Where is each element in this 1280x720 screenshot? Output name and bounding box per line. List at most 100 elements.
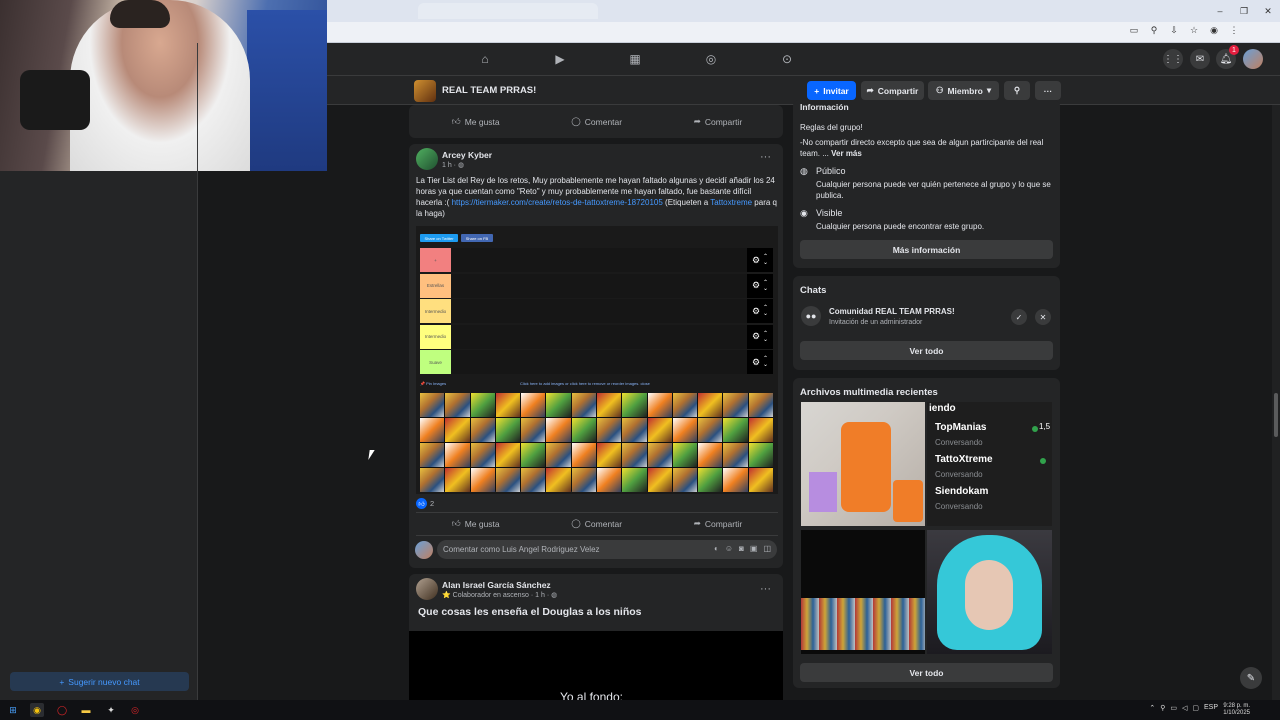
microphone-icon[interactable]: ⚲	[1160, 704, 1165, 712]
tier-thumbnail[interactable]	[546, 443, 571, 467]
chevron-up-icon[interactable]: ⌃	[1149, 704, 1155, 712]
tier-row[interactable]	[420, 299, 773, 323]
tier-thumbnail[interactable]	[748, 418, 773, 442]
apps-menu-icon[interactable]: ⋮⋮	[1163, 49, 1183, 69]
groups-icon[interactable]: ◎	[703, 51, 719, 67]
reorder-arrows-icon[interactable]: ⌃ ⌄	[763, 305, 768, 317]
decline-close-icon[interactable]: ✕	[1035, 309, 1051, 325]
minimize-button[interactable]: –	[1208, 0, 1232, 22]
tier-thumbnail[interactable]	[571, 443, 596, 467]
invite-button[interactable]: + Invitar	[807, 81, 856, 100]
comment-button[interactable]: ◯ Comentar	[571, 518, 622, 529]
post-options-icon[interactable]: ···	[760, 151, 771, 163]
tier-thumbnail[interactable]	[597, 393, 622, 417]
streaming-app-icon[interactable]: ✦	[104, 703, 118, 717]
camera-icon[interactable]: ◙	[739, 544, 744, 553]
see-all-media-button[interactable]: Ver todo	[800, 663, 1053, 682]
tier-thumbnail[interactable]	[420, 418, 445, 442]
tier-thumbnail[interactable]	[445, 468, 470, 492]
tier-thumbnail[interactable]	[647, 468, 672, 492]
reorder-arrows-icon[interactable]: ⌃ ⌄	[763, 280, 768, 292]
record-app-icon[interactable]: ◎	[128, 703, 142, 717]
tier-thumbnail[interactable]	[723, 418, 748, 442]
tier-thumbnail[interactable]	[672, 418, 698, 442]
reorder-arrows-icon[interactable]: ⌃ ⌄	[763, 331, 768, 343]
tier-thumbnail[interactable]	[597, 468, 622, 492]
tier-thumbnail[interactable]	[521, 393, 546, 417]
tier-row[interactable]	[420, 324, 773, 349]
display-icon[interactable]: ▢	[1192, 704, 1199, 712]
zoom-icon[interactable]: ⚲	[1148, 25, 1160, 36]
tier-thumbnail[interactable]	[622, 418, 647, 442]
tier-thumbnail[interactable]	[748, 443, 773, 467]
share-button[interactable]: ➦ Compartir	[694, 518, 742, 529]
tier-thumbnail[interactable]	[470, 393, 495, 417]
tier-thumbnail[interactable]	[521, 468, 546, 492]
see-all-chats-button[interactable]: Ver todo	[800, 341, 1053, 360]
tier-thumbnail[interactable]	[470, 468, 495, 492]
tier-thumbnail[interactable]	[672, 468, 698, 492]
media-thumbnail-stream[interactable]: iendo TopManias Conversando 1,5 TattoXtreme…	[927, 402, 1052, 526]
tier-thumbnail[interactable]	[748, 468, 773, 492]
marketplace-icon[interactable]: ▦	[627, 51, 643, 67]
tier-thumbnail[interactable]	[420, 468, 445, 492]
post-author-avatar[interactable]	[416, 148, 438, 170]
tier-thumbnail[interactable]	[698, 393, 723, 417]
tier-thumbnail[interactable]	[723, 468, 748, 492]
tier-thumbnail[interactable]	[521, 418, 546, 442]
tier-thumbnail[interactable]	[495, 418, 521, 442]
notifications-icon[interactable]: 🔔︎ 1	[1216, 45, 1239, 69]
profile-icon[interactable]: ◉	[1208, 25, 1220, 36]
gaming-icon[interactable]: ⊙	[779, 51, 795, 67]
comment-button[interactable]: ◯ Comentar	[571, 116, 622, 127]
windows-start-icon[interactable]: ⊞	[6, 703, 20, 717]
more-options-button[interactable]: ···	[1035, 81, 1061, 100]
browser-tab[interactable]	[418, 3, 598, 19]
tier-thumbnail[interactable]	[647, 393, 672, 417]
search-group-button[interactable]: ⚲	[1004, 81, 1030, 100]
post-author-avatar[interactable]	[416, 578, 438, 600]
tier-row[interactable]	[420, 273, 773, 298]
tier-thumbnail[interactable]	[622, 443, 647, 467]
gear-icon[interactable]: ⚙	[752, 306, 760, 317]
avatar-sticker-icon[interactable]: ◐	[714, 544, 719, 553]
tier-thumbnail[interactable]	[597, 443, 622, 467]
tier-thumbnail[interactable]	[495, 443, 521, 467]
post-options-icon[interactable]: ···	[760, 583, 771, 595]
scrollbar-thumb[interactable]	[1274, 393, 1278, 437]
reorder-arrows-icon[interactable]: ⌃ ⌄	[763, 356, 768, 368]
tier-thumbnail[interactable]	[420, 393, 445, 417]
media-thumbnail-tierlist[interactable]	[801, 530, 925, 654]
cast-icon[interactable]: ▭	[1128, 25, 1140, 36]
tier-thumbnail[interactable]	[571, 393, 596, 417]
tier-thumbnail[interactable]	[495, 393, 521, 417]
tier-thumbnail[interactable]	[546, 418, 571, 442]
chat-name[interactable]: Comunidad REAL TEAM PRRAS!	[829, 306, 955, 317]
tier-thumbnail[interactable]	[495, 468, 521, 492]
new-message-edit-icon[interactable]: ✎	[1240, 667, 1262, 689]
tier-thumbnail[interactable]	[445, 393, 470, 417]
share-group-button[interactable]: ➦ Compartir	[861, 81, 924, 100]
like-button[interactable]: 👍︎ Me gusta	[452, 116, 500, 127]
emoji-icon[interactable]: ☺	[725, 544, 733, 553]
media-thumbnail-phone[interactable]	[801, 402, 925, 526]
group-thumbnail[interactable]	[414, 80, 436, 102]
like-reaction-icon[interactable]: 👍︎	[416, 498, 427, 509]
network-icon[interactable]: ▭	[1170, 704, 1177, 712]
language-indicator[interactable]: ESP	[1204, 704, 1218, 712]
tier-thumbnail[interactable]	[698, 443, 723, 467]
tier-thumbnail[interactable]	[672, 443, 698, 467]
reorder-arrows-icon[interactable]: ⌃ ⌄	[763, 254, 768, 266]
tier-thumbnail[interactable]	[470, 443, 495, 467]
comment-input[interactable]: Comentar como Luis Angel Rodriguez Velez…	[437, 540, 777, 559]
tier-row[interactable]	[420, 248, 773, 272]
post-author[interactable]: Alan Israel García Sánchez	[442, 580, 551, 590]
clock[interactable]: 9:28 p. m. 1/10/2025	[1223, 703, 1250, 717]
tier-thumbnail[interactable]	[723, 393, 748, 417]
tier-thumbnail[interactable]	[597, 418, 622, 442]
tier-thumbnail[interactable]	[672, 393, 698, 417]
tiermaker-link[interactable]: https://tiermaker.com/create/retos-de-ta…	[452, 198, 663, 207]
sticker-icon[interactable]: ◫	[763, 544, 771, 553]
tag-link[interactable]: Tattoxtreme	[710, 198, 752, 207]
tier-thumbnail[interactable]	[647, 443, 672, 467]
